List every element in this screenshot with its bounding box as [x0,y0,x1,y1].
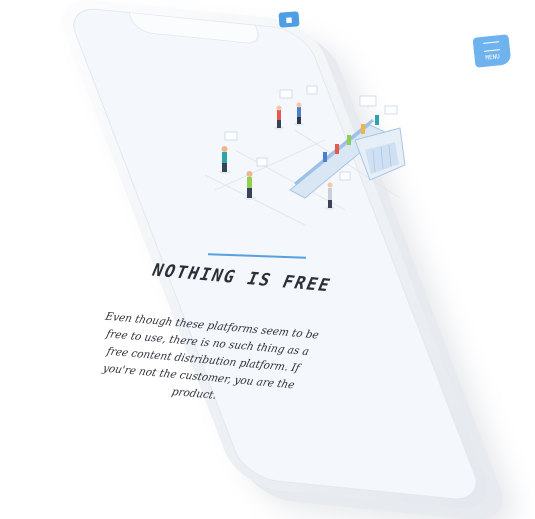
person-teal [219,146,231,174]
menu-label: MENU [485,52,501,62]
menu-button[interactable]: MENU [472,34,512,68]
person-grey [325,182,335,210]
chat-bubble-icon[interactable]: ■ [278,11,300,28]
hamburger-icon [483,40,500,52]
person-blue [294,102,304,126]
escalator-people-illustration [204,85,406,226]
escalator [289,118,406,199]
device-mockup: ■ MENU NOTHING IS FREE Even though these… [0,0,535,519]
person-red [274,105,284,130]
